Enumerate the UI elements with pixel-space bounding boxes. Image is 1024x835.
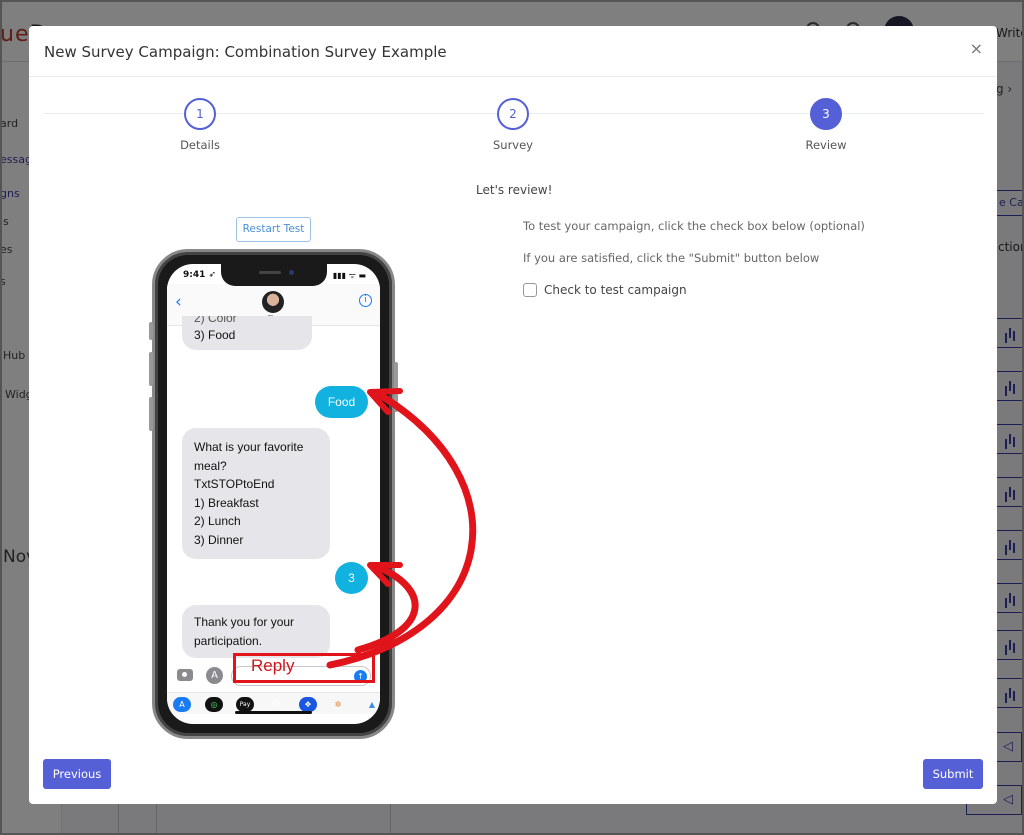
step-review[interactable]: 3 Review <box>781 98 871 152</box>
signal-wifi-battery-icons: ▮▮▮ ᯤ ▬ <box>332 271 366 280</box>
phone-volume-up <box>149 352 153 386</box>
close-icon[interactable]: × <box>970 40 983 58</box>
back-chevron-icon[interactable]: ‹ <box>175 292 182 312</box>
dropbox-app-icon[interactable]: ❖ <box>299 697 317 712</box>
activity-app-icon[interactable]: ◎ <box>205 697 223 712</box>
review-heading: Let's review! <box>476 183 553 197</box>
wizard-stepper: 1 Details 2 Survey 3 Review <box>43 98 983 158</box>
phone-mute-switch <box>149 322 153 340</box>
test-campaign-checkbox-label[interactable]: Check to test campaign <box>544 283 687 297</box>
camera-icon[interactable] <box>177 669 193 681</box>
incoming-message: Thank you for your participation. <box>182 605 330 658</box>
step-number: 1 <box>184 98 216 130</box>
incoming-message: What is your favorite meal? TxtSTOPtoEnd… <box>182 428 330 559</box>
new-survey-campaign-modal: New Survey Campaign: Combination Survey … <box>29 26 997 804</box>
previous-button[interactable]: Previous <box>43 759 111 789</box>
step-number: 2 <box>497 98 529 130</box>
step-details[interactable]: 1 Details <box>155 98 245 152</box>
step-label: Survey <box>492 138 533 152</box>
status-time: 9:41 ➶ <box>183 270 217 280</box>
animoji-app-icon[interactable]: 🐵 <box>267 697 285 712</box>
phone-notch <box>221 264 327 286</box>
review-instruction-submit: If you are satisfied, click the "Submit"… <box>523 251 820 265</box>
incoming-message: 2) Color 3) Food <box>182 316 312 350</box>
photos-app-icon[interactable]: ✲ <box>329 697 347 712</box>
submit-button[interactable]: Submit <box>923 759 983 789</box>
modal-header: New Survey Campaign: Combination Survey … <box>29 26 997 77</box>
test-campaign-checkbox[interactable] <box>523 283 537 297</box>
phone-power-button <box>394 362 398 412</box>
test-campaign-checkbox-row[interactable]: Check to test campaign <box>523 283 687 297</box>
outgoing-message: Food <box>315 386 368 418</box>
apple-pay-app-icon[interactable]: Pay <box>236 697 254 712</box>
contact-avatar <box>262 291 284 313</box>
step-number: 3 <box>810 98 842 130</box>
info-icon[interactable]: i <box>359 294 372 307</box>
more-app-icon[interactable]: ▲ <box>363 697 380 712</box>
reply-annotation-label: Reply <box>251 656 295 675</box>
home-indicator <box>235 711 312 714</box>
phone-volume-down <box>149 397 153 431</box>
modal-title: New Survey Campaign: Combination Survey … <box>44 43 447 61</box>
step-survey[interactable]: 2 Survey <box>468 98 558 152</box>
review-instruction-test: To test your campaign, click the check b… <box>523 219 865 233</box>
step-label: Review <box>805 138 847 152</box>
app-store-app-icon[interactable]: A <box>173 697 191 712</box>
restart-test-button[interactable]: Restart Test <box>236 217 311 242</box>
step-label: Details <box>180 138 220 152</box>
outgoing-message: 3 <box>335 562 368 594</box>
app-store-icon[interactable]: A <box>206 667 223 684</box>
